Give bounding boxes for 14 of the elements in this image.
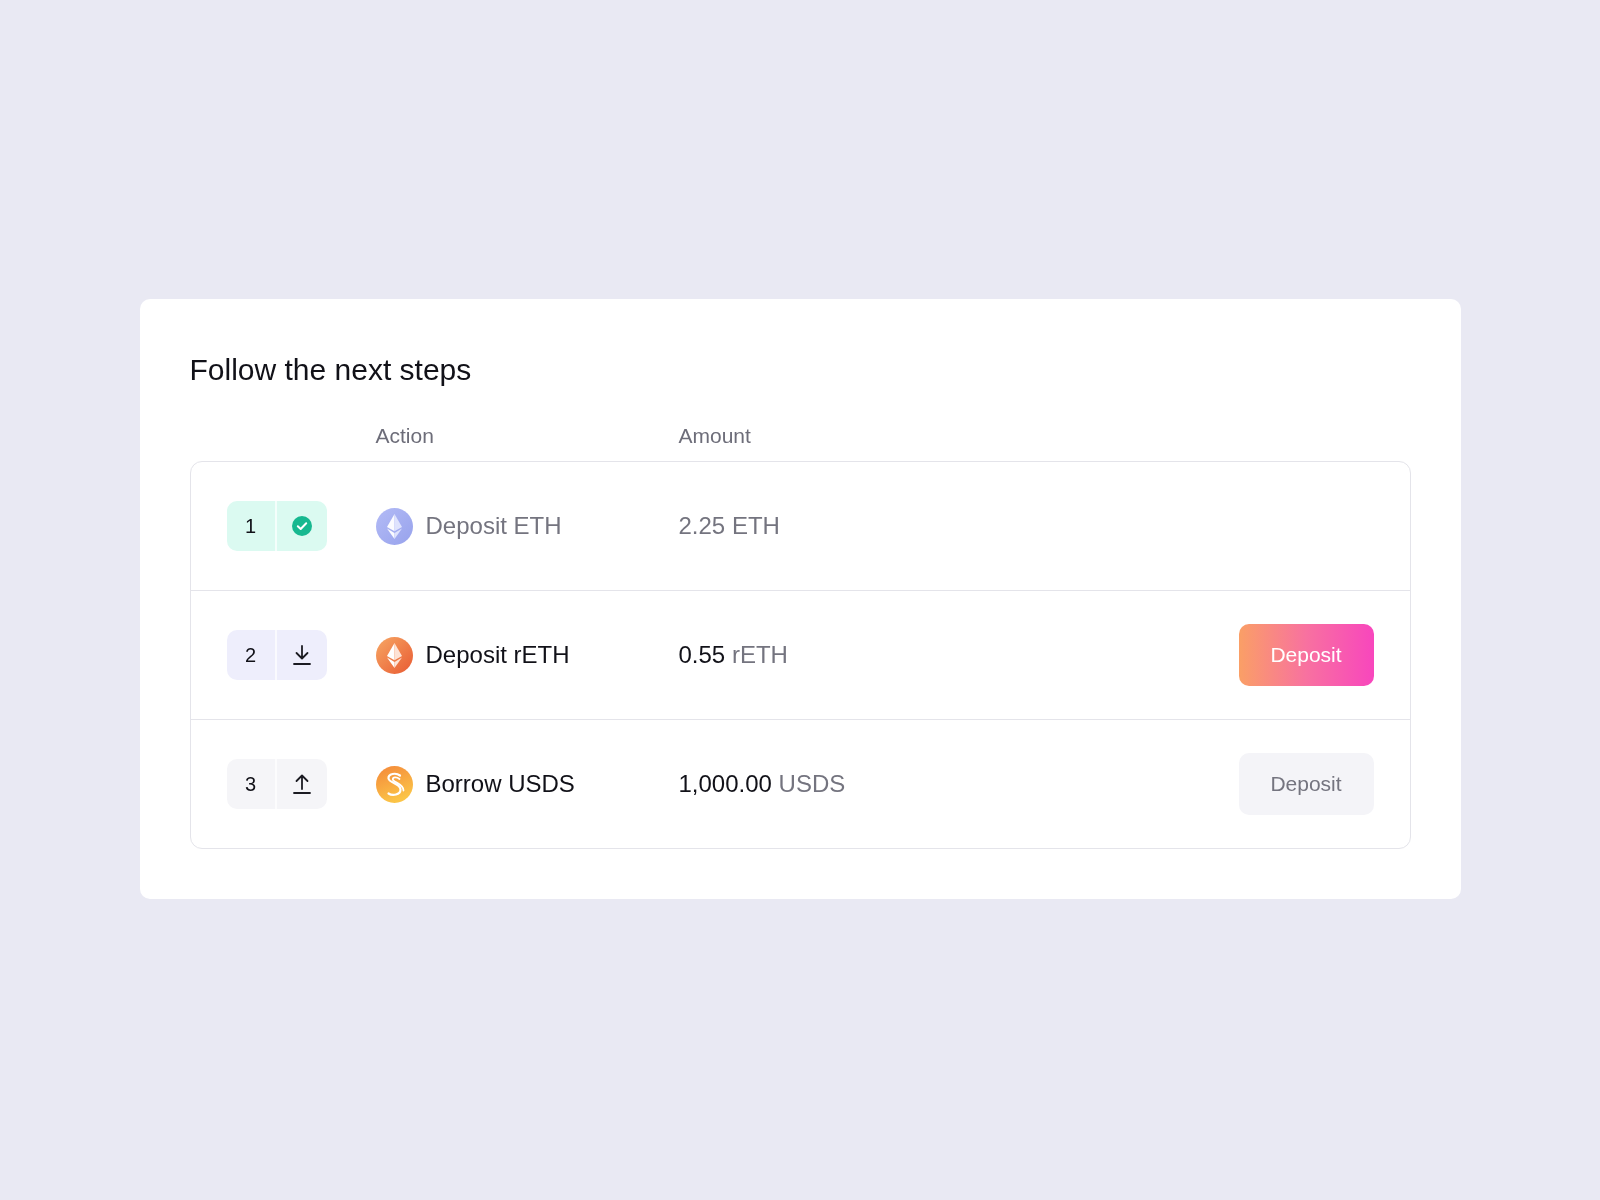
ethereum-coin-icon	[375, 636, 413, 674]
action-label: Borrow USDS	[425, 770, 575, 798]
amount-text: 0.55 rETH	[678, 641, 788, 669]
column-header: Amount	[678, 423, 751, 449]
s-coin-icon	[375, 765, 413, 803]
card-title: Follow the next steps	[189, 352, 472, 388]
upload-icon	[292, 774, 311, 794]
column-header: Action	[375, 423, 434, 449]
step-number: 2	[243, 642, 258, 668]
step-number: 3	[243, 771, 258, 797]
amount-text: 1,000.00 USDS	[678, 770, 846, 798]
deposit-button[interactable]: Deposit	[1238, 624, 1374, 686]
download-icon	[292, 645, 311, 665]
action-label: Deposit rETH	[425, 641, 570, 669]
